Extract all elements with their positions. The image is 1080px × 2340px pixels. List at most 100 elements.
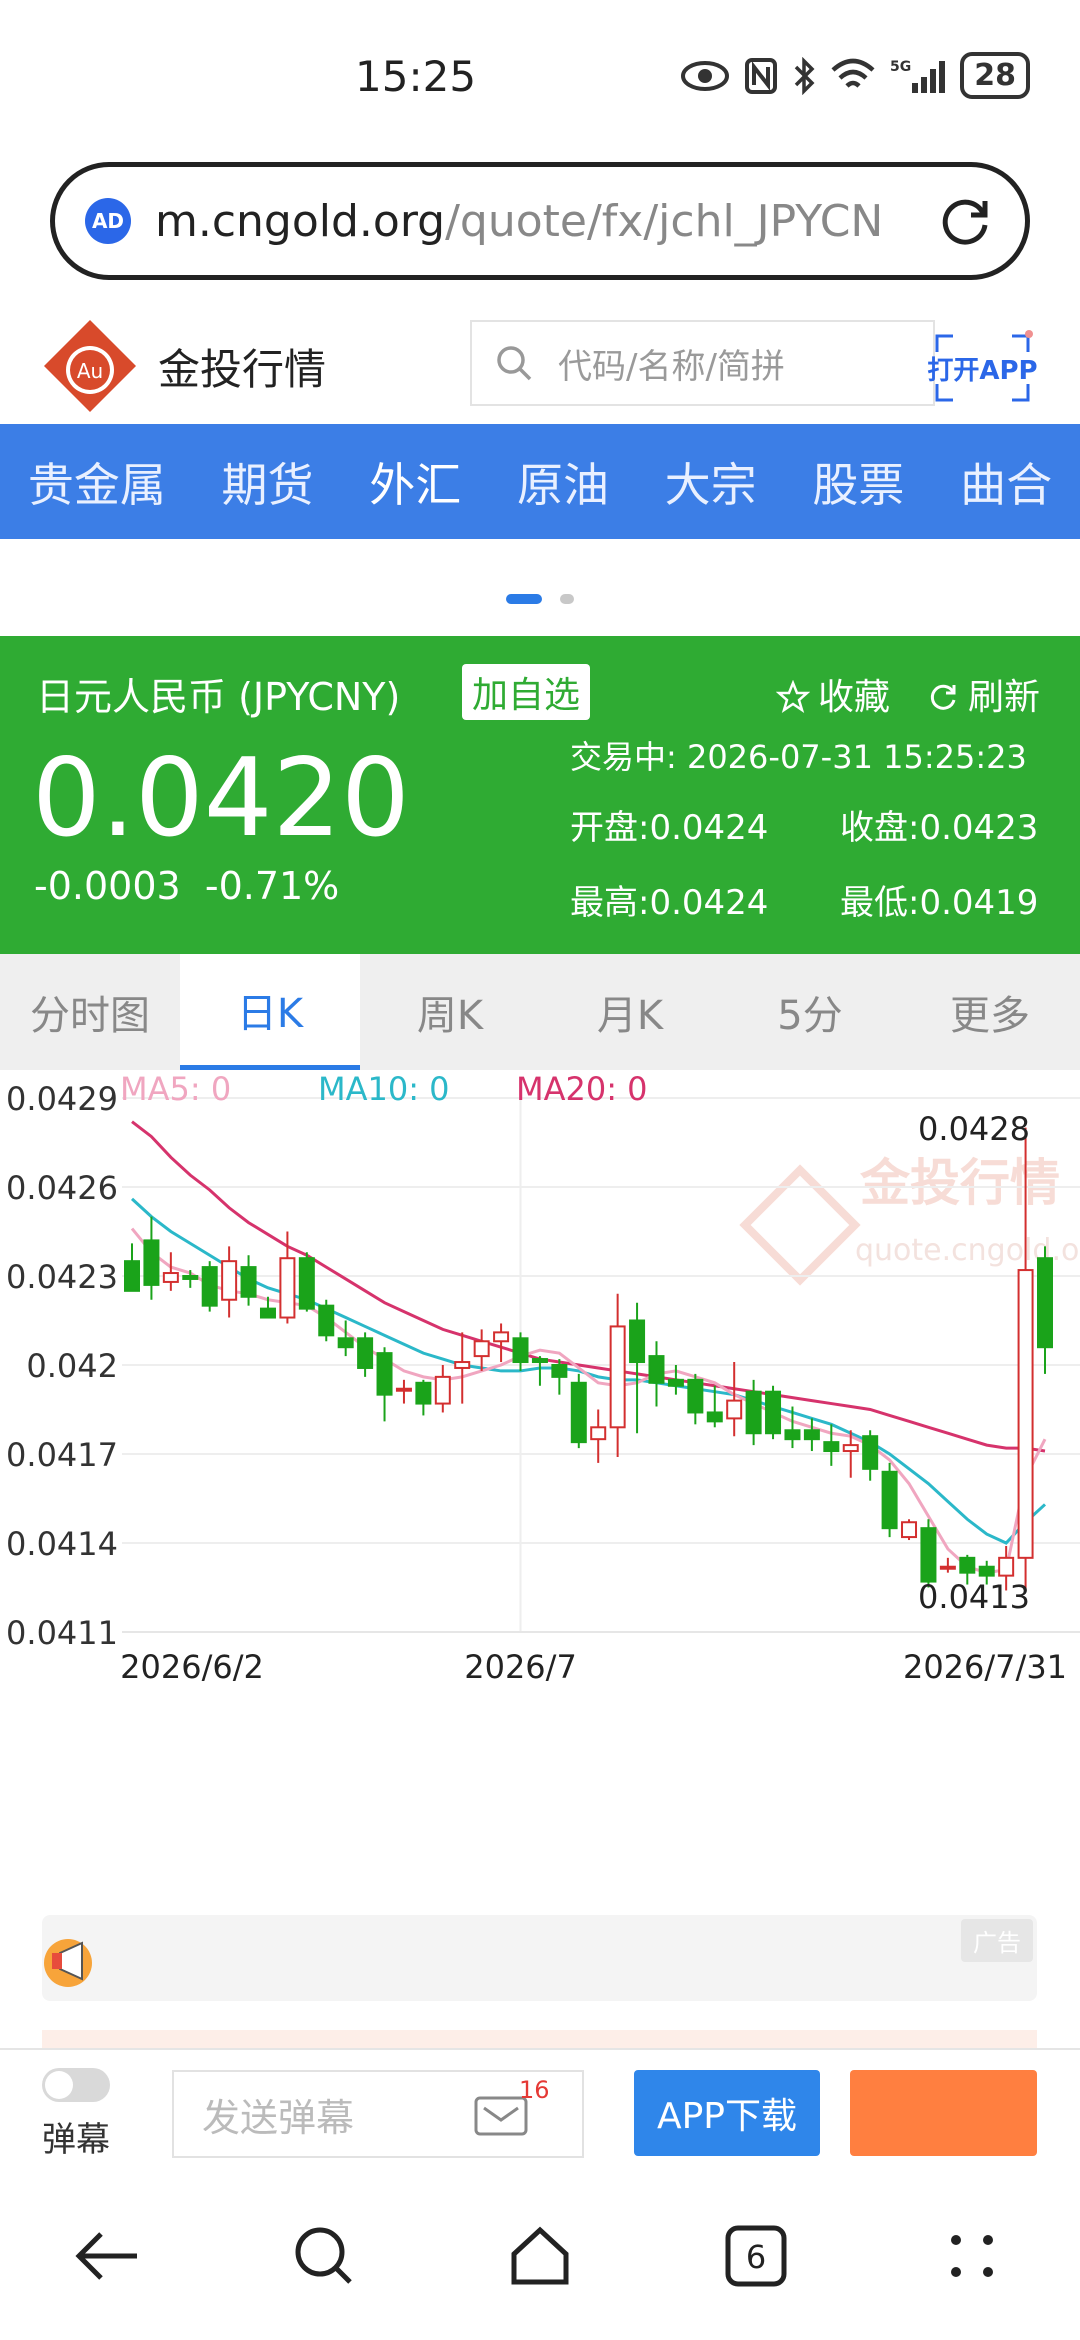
signal-5g-icon: 5G [890, 59, 946, 93]
high-price: 最高:0.0424 [570, 883, 769, 923]
open-price: 开盘:0.0424 [570, 808, 769, 848]
candle-down [143, 1239, 160, 1286]
url-text[interactable]: m.cngold.org/quote/fx/jchl_JPYCN [155, 196, 900, 247]
search-button[interactable] [284, 2216, 364, 2296]
tab-weekly-k[interactable]: 周K [360, 954, 540, 1070]
candle-down [648, 1355, 665, 1384]
refresh-button[interactable]: 刷新 [926, 668, 1040, 720]
back-button[interactable] [68, 2216, 148, 2296]
candle-down [667, 1378, 684, 1387]
kline-chart[interactable]: 金投行情quote.cngold.org0.04290.04260.04230.… [0, 1070, 1080, 1880]
add-watchlist-button[interactable]: 加自选 [462, 664, 591, 720]
app-download-button[interactable]: APP下载 [634, 2070, 820, 2156]
candle-up [221, 1260, 238, 1301]
quote-stats: 开盘:0.0424 收盘:0.0423 最高:0.0424 最低:0.0419 [570, 800, 1050, 924]
kline-chart-svg[interactable]: 金投行情quote.cngold.org0.04290.04260.04230.… [0, 1070, 1080, 1880]
megaphone-icon [44, 1939, 92, 1987]
svg-text:5G: 5G [890, 59, 911, 75]
y-tick-label: 0.0414 [6, 1525, 118, 1563]
refresh-icon [930, 684, 956, 710]
candle-up [162, 1272, 179, 1283]
close-price: 收盘:0.0423 [840, 808, 1039, 848]
candle-up [395, 1387, 412, 1392]
eye-icon [681, 60, 730, 91]
candle-down [259, 1307, 276, 1319]
orange-action-button[interactable] [850, 2070, 1037, 2156]
favorite-button[interactable]: 收藏 [775, 668, 890, 720]
candle-down [765, 1390, 782, 1435]
menu-button[interactable] [932, 2216, 1012, 2296]
carousel-dot[interactable] [560, 594, 574, 604]
back-arrow-icon [75, 2232, 137, 2280]
url-domain: m.cngold.org [155, 195, 446, 247]
nav-item-commodities[interactable]: 大宗 [665, 449, 757, 515]
legend-ma10: MA10: 0 [318, 1070, 450, 1108]
tabs-count: 6 [746, 2238, 766, 2276]
nfc-icon [745, 57, 778, 94]
watermark-brand: 金投行情 [860, 1154, 1060, 1212]
ad-tag: 广告 [961, 1919, 1033, 1962]
search-input[interactable]: 代码/名称/简拼 [470, 320, 935, 406]
danmu-toggle-knob [45, 2071, 73, 2099]
y-tick-label: 0.0426 [6, 1169, 118, 1207]
nav-item-crude-oil[interactable]: 原油 [517, 449, 609, 515]
nav-item-stocks[interactable]: 股票 [812, 449, 904, 515]
candle-down [706, 1411, 723, 1423]
tab-more[interactable]: 更多 [900, 954, 1080, 1070]
candle-down [862, 1435, 879, 1470]
search-icon [497, 346, 532, 381]
logo-text: Au [77, 359, 103, 383]
bottom-action-bar: 弹幕 发送弹幕 16 APP下载 [0, 2048, 1080, 2172]
site-name[interactable]: 金投行情 [158, 336, 326, 397]
candle-down [881, 1470, 898, 1530]
candle-up [842, 1444, 859, 1453]
candle-up [590, 1426, 607, 1441]
candle-up [434, 1375, 451, 1405]
y-tick-label: 0.0429 [6, 1080, 118, 1118]
nav-item-forex[interactable]: 外汇 [369, 449, 461, 515]
tabs-button[interactable]: 6 [716, 2216, 796, 2296]
ad-block-icon[interactable]: AD [85, 198, 131, 244]
candle-down [318, 1304, 335, 1337]
favorite-label: 收藏 [817, 677, 890, 718]
nav-item-futures[interactable]: 期货 [222, 449, 314, 515]
tab-monthly-k[interactable]: 月K [540, 954, 720, 1070]
current-price: 0.0420 [32, 736, 410, 861]
y-tick-label: 0.0423 [6, 1258, 118, 1296]
y-tick-label: 0.0417 [6, 1436, 118, 1474]
url-bar[interactable]: AD m.cngold.org/quote/fx/jchl_JPYCN [50, 162, 1030, 280]
status-time: 15:25 [355, 52, 477, 101]
candle-up [493, 1331, 510, 1343]
min-value-label: 0.0413 [918, 1578, 1030, 1616]
tab-intraday[interactable]: 分时图 [0, 954, 180, 1070]
tab-5min[interactable]: 5分 [720, 954, 900, 1070]
candle-down [920, 1527, 937, 1583]
nav-item-precious-metals[interactable]: 贵金属 [28, 449, 166, 515]
candle-down [629, 1319, 646, 1364]
site-header: Au 金投行情 代码/名称/简拼 打开APP [0, 310, 1080, 422]
tab-daily-k[interactable]: 日K [180, 954, 360, 1070]
carousel-dot-active[interactable] [506, 594, 542, 604]
candle-up [454, 1361, 471, 1369]
open-app-button[interactable]: 打开APP [925, 328, 1040, 408]
url-path: /quote/fx/jchl_JPYCN [445, 195, 884, 247]
site-logo[interactable]: Au [42, 318, 138, 414]
candle-down [415, 1381, 432, 1405]
legend-ma5: MA5: 0 [120, 1070, 231, 1108]
menu-dots-icon [951, 2235, 993, 2277]
candle-down [823, 1441, 840, 1453]
candle-down [687, 1378, 704, 1414]
price-change: -0.0003 -0.71% [34, 864, 339, 908]
reload-icon[interactable] [935, 191, 995, 251]
nav-item-more-categories[interactable]: 曲合 [960, 449, 1052, 515]
danmu-label: 弹幕 [42, 2120, 110, 2160]
home-button[interactable] [500, 2216, 580, 2296]
y-tick-label: 0.042 [26, 1347, 118, 1385]
search-icon [295, 2227, 352, 2284]
danmu-toggle[interactable] [42, 2068, 110, 2102]
x-tick-label: 2026/6/2 [120, 1648, 264, 1686]
price-change-percent: -0.71% [204, 864, 340, 908]
candle-up [998, 1556, 1015, 1577]
danmu-input[interactable]: 发送弹幕 16 [172, 2070, 584, 2158]
ad-banner[interactable]: 广告 [42, 1915, 1037, 2001]
